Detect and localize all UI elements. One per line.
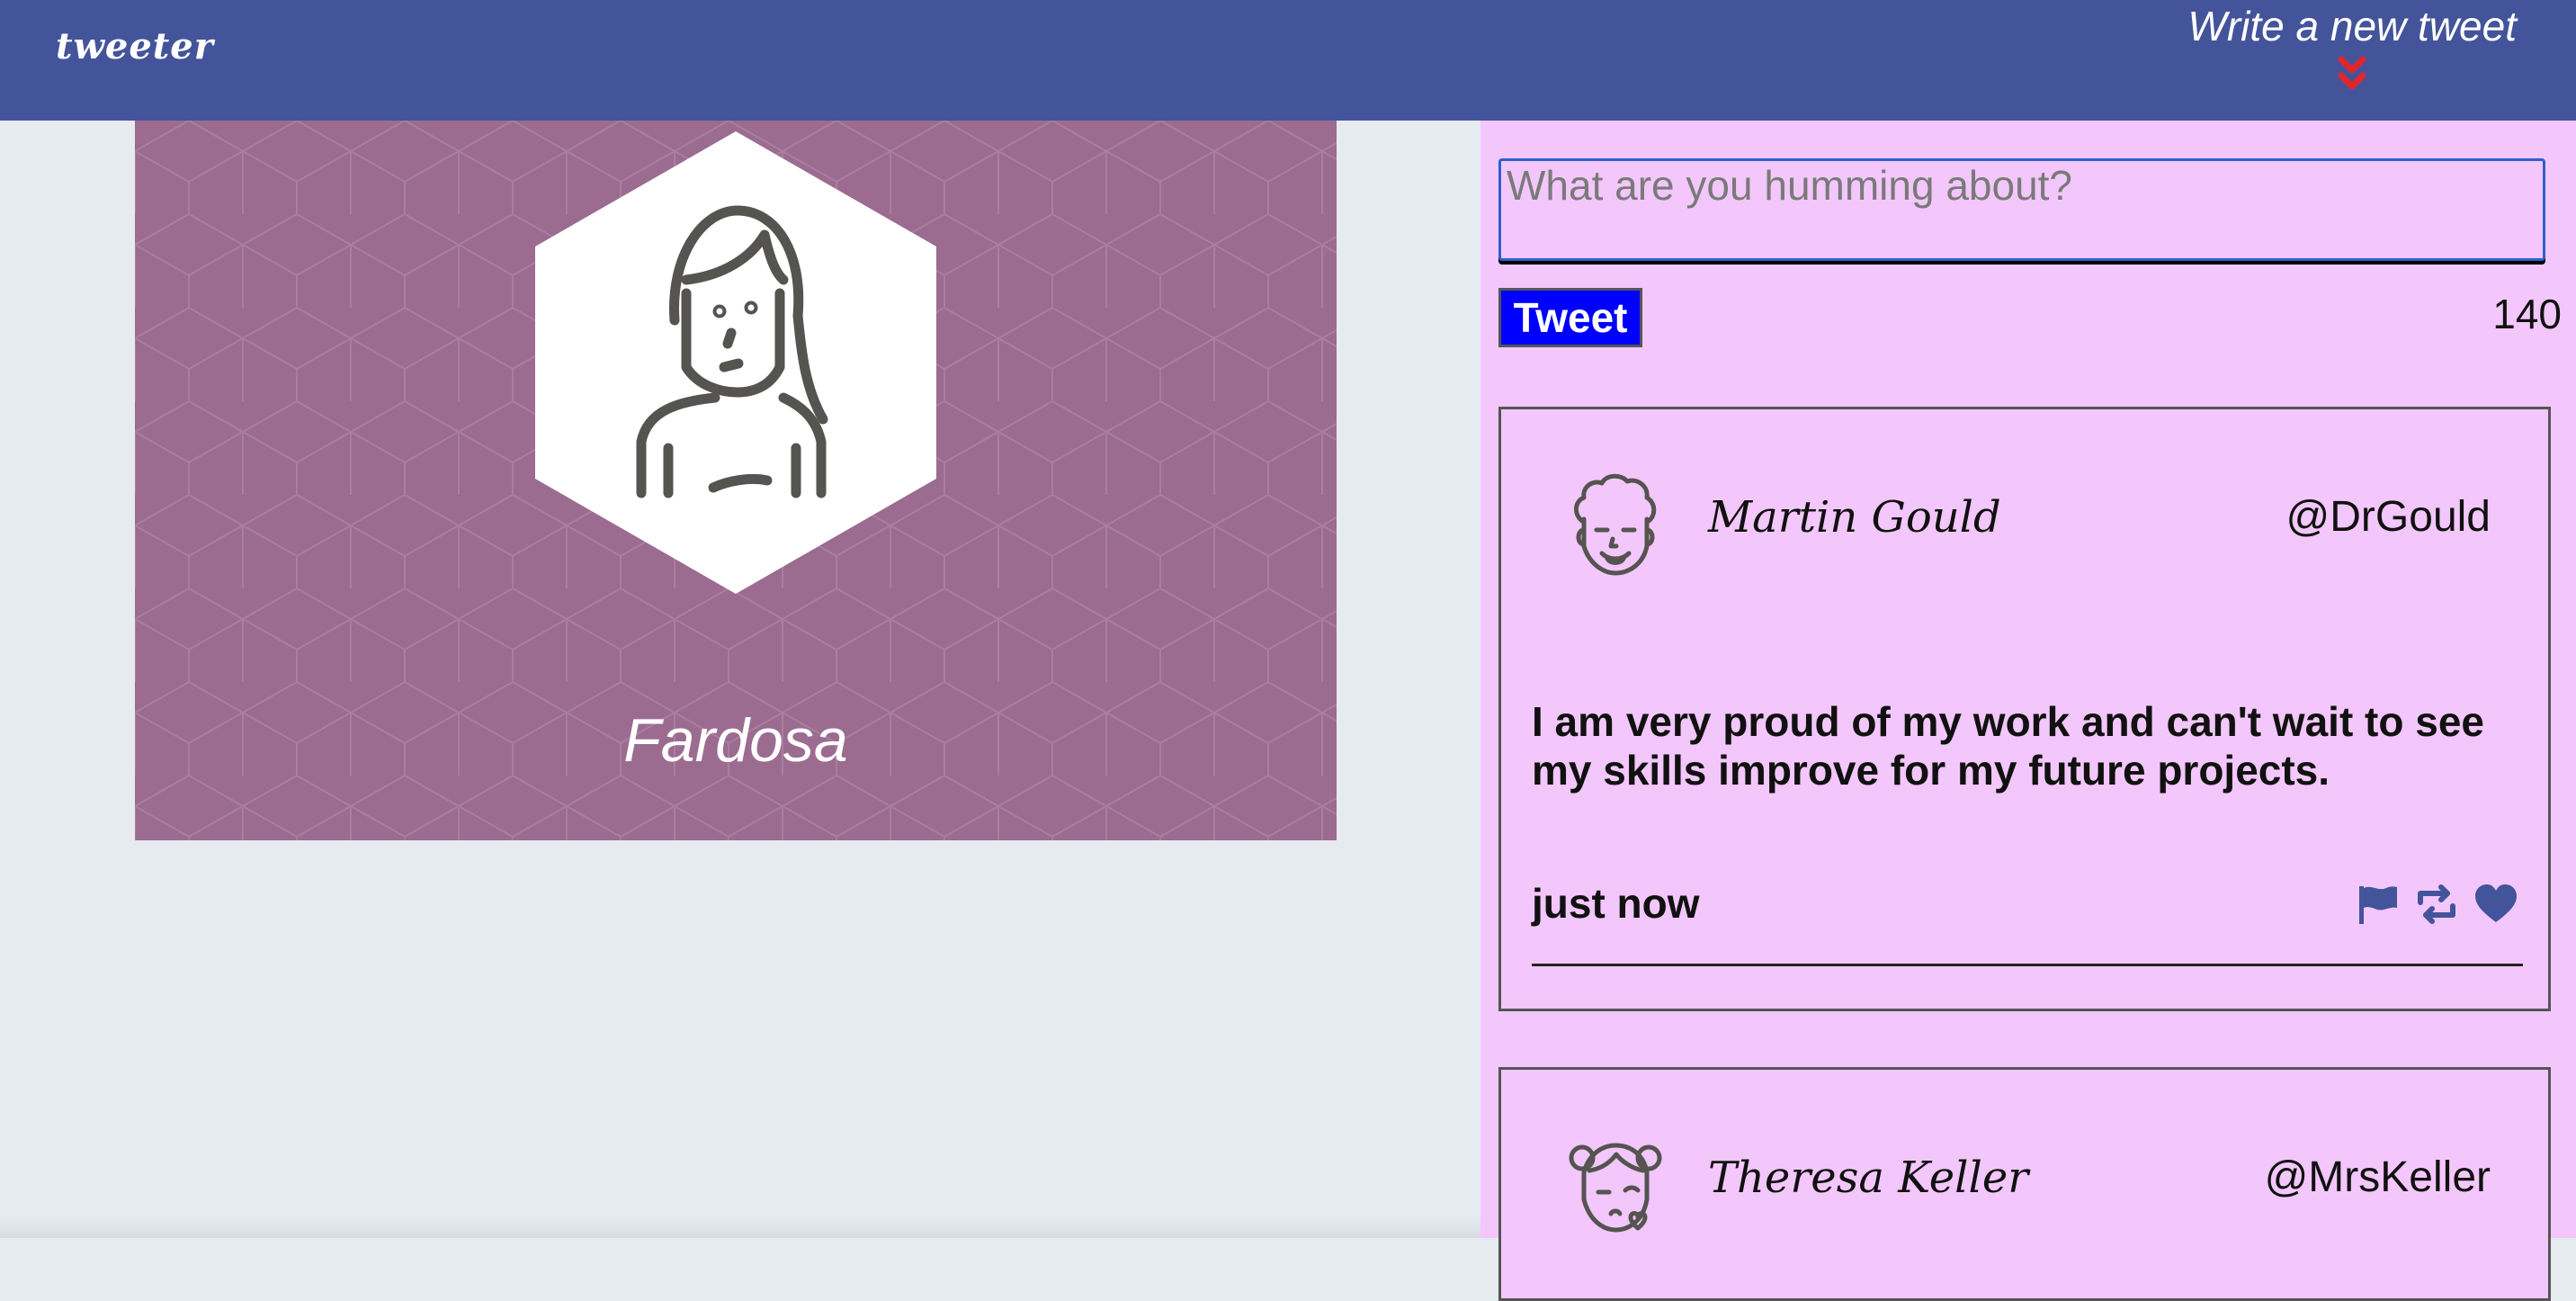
- flag-icon[interactable]: [2354, 883, 2401, 926]
- tweet-footer-divider: [1532, 964, 2523, 966]
- profile-name: Fardosa: [623, 706, 848, 775]
- bun-hair-woman-avatar-icon: [1569, 1143, 1662, 1233]
- tweet-author-name: Theresa Keller: [1708, 1153, 2029, 1203]
- write-new-tweet-toggle[interactable]: Write a new tweet: [2187, 2, 2517, 94]
- bottom-shadow: [0, 1216, 1480, 1238]
- tweet-text: I am very proud of my work and can't wai…: [1532, 698, 2484, 794]
- tweet-timestamp: just now: [1532, 880, 1700, 927]
- tweet-author-handle: @MrsKeller: [2264, 1153, 2491, 1201]
- heart-icon[interactable]: [2473, 883, 2519, 926]
- tweet-actions: [2354, 883, 2519, 926]
- curly-hair-man-avatar-icon: [1574, 473, 1657, 576]
- tweet-card: Theresa Keller @MrsKeller: [1498, 1067, 2551, 1301]
- write-new-tweet-prefix: Write: [2187, 3, 2285, 49]
- top-navbar: tweeter Write a new tweet: [0, 0, 2576, 121]
- tweet-card: Martin Gould @DrGould I am very proud of…: [1498, 407, 2551, 1011]
- write-new-tweet-label: a new tweet: [2284, 3, 2518, 49]
- profile-header: Fardosa: [135, 121, 1337, 840]
- tweet-author-handle: @DrGould: [2285, 493, 2491, 541]
- tweet-author-name: Martin Gould: [1708, 492, 2001, 543]
- tweet-column: Tweet 140 Martin Gould @DrGould I am ver…: [1480, 121, 2576, 1301]
- retweet-icon[interactable]: [2413, 883, 2460, 926]
- double-chevron-down-icon[interactable]: [2334, 54, 2370, 94]
- brand-logo[interactable]: tweeter: [56, 25, 214, 67]
- woman-avatar-icon: [535, 131, 936, 594]
- tweet-button[interactable]: Tweet: [1498, 288, 1642, 347]
- character-counter: 140: [2492, 291, 2562, 337]
- compose-tweet-input[interactable]: [1498, 158, 2545, 261]
